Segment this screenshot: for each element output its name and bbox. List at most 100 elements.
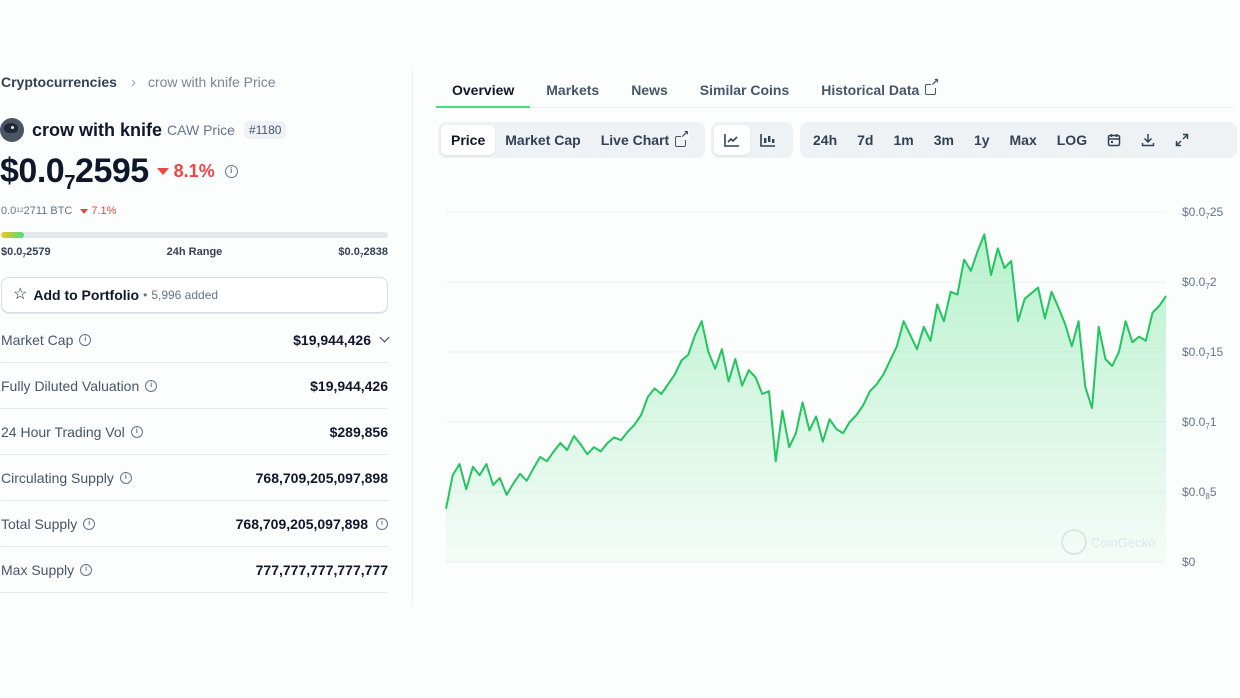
expand-icon[interactable]: [1165, 125, 1199, 155]
24h-low-digits: 2579: [26, 246, 51, 258]
separator-dot: •: [143, 288, 148, 302]
column-divider: [412, 70, 413, 605]
calendar-glyph: [1107, 134, 1121, 147]
y-tick-label: $0.0715: [1182, 345, 1223, 361]
range-3m-button[interactable]: 3m: [924, 125, 964, 155]
y-tick-digits: 2: [1210, 275, 1217, 289]
24h-low-prefix: $0.0: [1, 246, 23, 258]
price-change-badge: 8.1%: [156, 161, 215, 182]
chevron-right-icon: ›: [130, 74, 136, 91]
info-icon[interactable]: i: [83, 517, 96, 530]
stat-row-circulating-supply: Circulating Supply i 768,709,205,097,898: [1, 455, 388, 501]
price-chart-button[interactable]: Price: [441, 125, 496, 155]
tab-news[interactable]: News: [615, 72, 684, 107]
price-chart[interactable]: $0.0725 $0.072 $0.0715 $0.071 $0.085 $0 CoinG…: [440, 190, 1230, 580]
coin-logo-icon: [0, 118, 24, 142]
y-tick-prefix: $0: [1182, 555, 1196, 569]
stat-row-total-supply: Total Supply i 768,709,205,097,898 i: [1, 501, 388, 547]
breadcrumb-root-link[interactable]: Cryptocurrencies: [1, 74, 117, 90]
price-zero-count: 7: [64, 172, 76, 195]
line-chart-icon[interactable]: [714, 125, 750, 155]
y-axis-ticks: $0.0725 $0.072 $0.0715 $0.071 $0.085 $0: [1182, 205, 1223, 569]
stat-value-text: 768,709,205,097,898: [235, 515, 368, 532]
info-icon[interactable]: i: [80, 563, 93, 576]
log-scale-button[interactable]: LOG: [1047, 125, 1097, 155]
external-link-icon: [675, 129, 690, 147]
download-glyph: [1141, 134, 1155, 147]
24h-range-label: 24h Range: [166, 246, 223, 258]
price-area-fill: [446, 234, 1166, 562]
tab-overview[interactable]: Overview: [436, 72, 531, 108]
stat-label: Fully Diluted Valuation i: [1, 377, 158, 394]
y-tick-label: $0: [1182, 555, 1196, 569]
range-7d-button[interactable]: 7d: [847, 125, 883, 155]
stat-row-max-supply: Max Supply i 777,777,777,777,777: [1, 547, 388, 593]
stat-label-text: Total Supply: [1, 515, 78, 532]
stat-label: Circulating Supply i: [1, 470, 132, 486]
external-link-icon: [925, 78, 940, 95]
chevron-down-icon[interactable]: [379, 332, 390, 343]
btc-change-value: 7.1%: [91, 205, 117, 217]
add-to-portfolio-button[interactable]: ☆ Add to Portfolio • 5,996 added: [1, 277, 388, 313]
stat-value-text: $19,944,426: [293, 331, 371, 348]
portfolio-count: 5,996 added: [151, 288, 219, 302]
y-tick-prefix: $0.0: [1182, 485, 1206, 499]
breadcrumb-current: crow with knife Price: [147, 74, 276, 90]
info-icon[interactable]: i: [79, 333, 92, 346]
info-icon[interactable]: i: [224, 165, 238, 178]
time-range-group: 24h 7d 1m 3m 1y Max LOG: [800, 122, 1237, 158]
y-tick-digits: 25: [1210, 205, 1224, 219]
stat-row-trading-vol: 24 Hour Trading Vol i $289,856: [1, 409, 388, 455]
24h-low: $0.072579: [1, 246, 51, 259]
y-tick-prefix: $0.0: [1182, 415, 1206, 429]
live-chart-label: Live Chart: [600, 132, 670, 148]
current-price: $0.072595: [0, 152, 149, 195]
chart-view-group: [711, 122, 793, 158]
live-chart-button[interactable]: Live Chart: [591, 125, 696, 155]
calendar-icon[interactable]: [1097, 125, 1131, 155]
tab-similar-coins[interactable]: Similar Coins: [684, 72, 805, 107]
24h-range-labels: $0.072579 24h Range $0.072838: [1, 246, 388, 259]
info-icon[interactable]: i: [145, 379, 158, 392]
stats-table: Market Cap i $19,944,426 Fully Diluted Va…: [1, 317, 390, 593]
rank-badge: #1180: [243, 121, 287, 139]
range-24h-button[interactable]: 24h: [803, 125, 847, 155]
info-icon[interactable]: i: [130, 425, 143, 438]
range-max-button[interactable]: Max: [1000, 125, 1047, 155]
info-icon[interactable]: i: [376, 517, 388, 530]
stat-row-market-cap[interactable]: Market Cap i $19,944,426: [1, 317, 390, 363]
btc-price-digits: 2711 BTC: [23, 205, 73, 217]
tab-historical-data[interactable]: Historical Data: [805, 72, 952, 107]
stat-value: $289,856: [329, 423, 388, 440]
stat-row-fdv: Fully Diluted Valuation i $19,944,426: [1, 363, 388, 409]
range-1y-button[interactable]: 1y: [964, 125, 1000, 155]
market-cap-chart-button[interactable]: Market Cap: [495, 125, 590, 155]
stat-label-text: Max Supply: [1, 561, 75, 578]
y-tick-label: $0.071: [1182, 415, 1217, 431]
stat-label: Market Cap i: [1, 332, 92, 348]
breadcrumb: Cryptocurrencies › crow with knife Price: [1, 74, 276, 91]
price-row: $0.072595 8.1% i: [0, 152, 238, 195]
tab-markets[interactable]: Markets: [530, 72, 615, 107]
y-tick-digits: 5: [1210, 485, 1217, 499]
y-tick-label: $0.0725: [1182, 205, 1223, 221]
price-change-value: 8.1%: [173, 161, 215, 181]
candlestick-icon[interactable]: [750, 125, 786, 155]
coin-symbol-label: CAW Price: [167, 122, 235, 138]
24h-range-bar: [1, 232, 388, 238]
y-tick-prefix: $0.0: [1182, 345, 1206, 359]
stat-label-text: 24 Hour Trading Vol: [1, 423, 125, 440]
stat-value: $19,944,426: [310, 377, 388, 394]
stat-value: 768,709,205,097,898 i: [236, 516, 388, 532]
coin-tabs: Overview Markets News Similar Coins Hist…: [436, 72, 1236, 108]
range-1m-button[interactable]: 1m: [883, 125, 923, 155]
y-tick-label: $0.072: [1182, 275, 1217, 291]
tab-historical-data-label: Historical Data: [821, 82, 920, 98]
stat-label-text: Circulating Supply: [1, 469, 114, 486]
coin-name: crow with knife: [32, 119, 163, 140]
stat-label-text: Fully Diluted Valuation: [1, 377, 140, 394]
info-icon[interactable]: i: [119, 471, 132, 484]
download-icon[interactable]: [1131, 125, 1165, 155]
y-tick-prefix: $0.0: [1182, 275, 1206, 289]
caret-down-icon: [156, 168, 169, 175]
